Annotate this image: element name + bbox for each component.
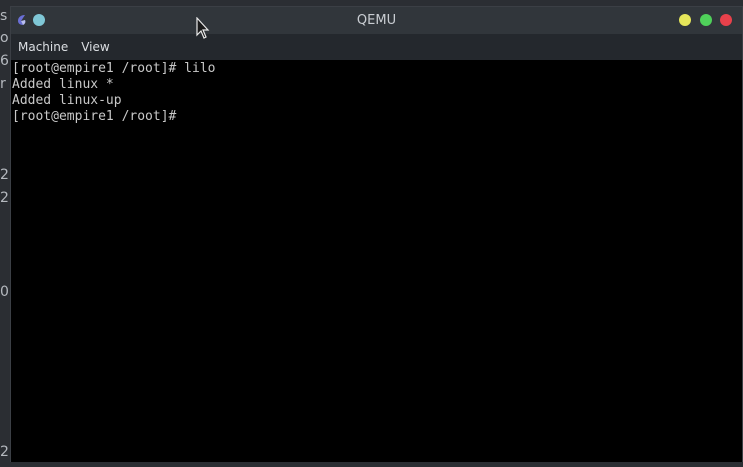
console-line: Added linux-up [12,93,122,108]
qemu-window: QEMU Machine View [root@empire1 /root]# … [10,6,743,462]
menu-view[interactable]: View [81,40,109,54]
background-text: 2 [0,444,9,460]
background-text: r [0,76,6,92]
background-text: 0 [0,284,9,300]
close-icon[interactable] [720,14,732,26]
maximize-icon[interactable] [700,14,712,26]
vm-console[interactable]: [root@empire1 /root]# lilo Added linux *… [11,60,742,462]
background-text: 2 [0,190,9,206]
mouse-cursor-icon [196,17,210,39]
window-title: QEMU [356,13,397,28]
console-line: Added linux * [12,77,114,92]
background-text: s [0,8,8,24]
console-line: [root@empire1 /root]# [12,109,177,124]
minimize-icon[interactable] [679,14,691,26]
pin-icon[interactable] [33,14,45,26]
qemu-icon[interactable] [16,14,28,26]
menu-machine[interactable]: Machine [18,40,68,54]
console-line: [root@empire1 /root]# lilo [12,61,216,76]
background-text: 6 [0,53,9,69]
background-text: 2 [0,167,9,183]
background-text: o [0,30,9,46]
menubar: Machine View [11,34,742,60]
window-titlebar[interactable]: QEMU [11,7,742,34]
